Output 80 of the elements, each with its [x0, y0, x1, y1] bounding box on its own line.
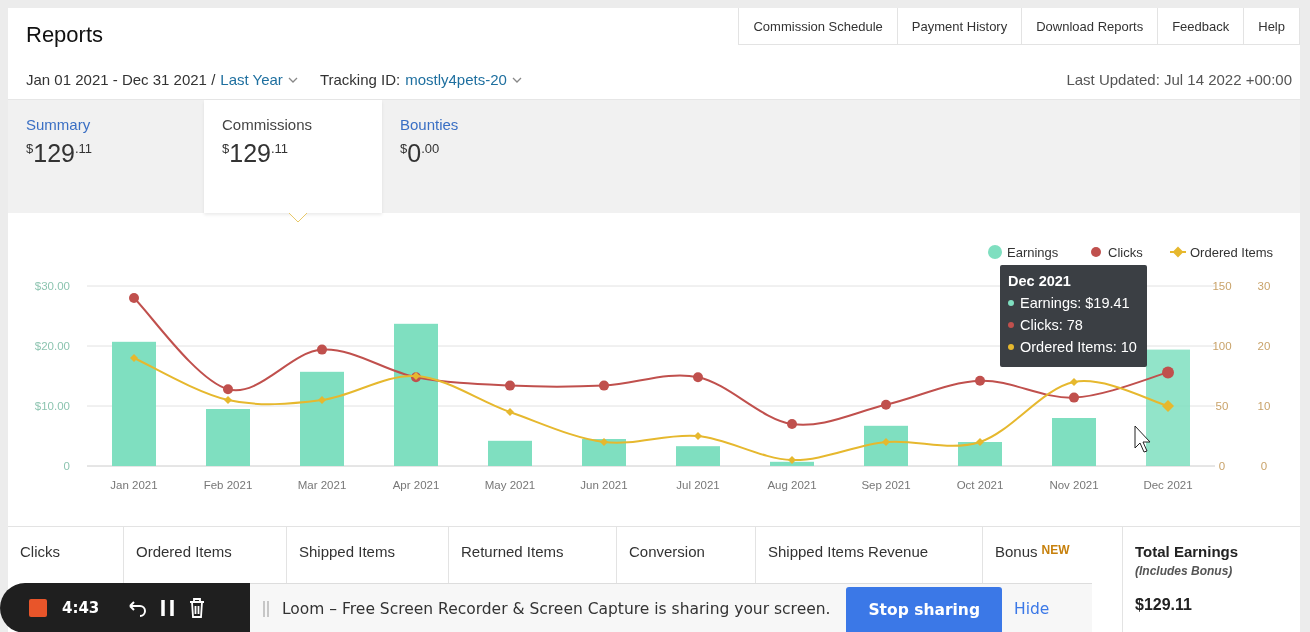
caret-icon [511, 76, 522, 83]
tooltip-text: Clicks: 78 [1020, 317, 1083, 334]
axis-label: 30 [1257, 280, 1271, 293]
pause-icon[interactable] [161, 599, 176, 617]
recording-time: 4:43 [62, 599, 100, 617]
axis-label: $30.00 [34, 280, 70, 293]
nav-link[interactable]: Commission Schedule [738, 8, 898, 45]
legend-label[interactable]: Earnings [1007, 245, 1059, 261]
axis-label: 50 [1215, 400, 1229, 413]
axis-label: May 2021 [484, 479, 536, 492]
axis-label: Jan 2021 [110, 479, 158, 492]
column-header[interactable]: Shipped Items Revenue [768, 543, 929, 561]
data-point[interactable] [317, 344, 327, 355]
earnings-bar[interactable] [864, 426, 908, 467]
axis-label: Dec 2021 [1143, 479, 1193, 492]
tooltip-text: Earnings: $19.41 [1020, 295, 1130, 312]
period-dropdown[interactable]: Last Year [220, 71, 283, 88]
legend-label[interactable]: Ordered Items [1190, 245, 1274, 261]
axis-label: Jul 2021 [676, 479, 720, 492]
earnings-bar[interactable] [394, 324, 438, 467]
axis-label: Apr 2021 [392, 479, 440, 492]
data-point[interactable] [693, 372, 703, 383]
data-point[interactable] [787, 419, 797, 430]
undo-icon[interactable] [127, 599, 148, 617]
tooltip-title: Dec 2021 [1008, 273, 1072, 290]
new-label: NEW [1041, 543, 1070, 558]
stop-sharing-button[interactable]: Stop sharing [846, 587, 1002, 632]
data-point[interactable] [975, 376, 985, 387]
axis-label: 0 [63, 460, 70, 473]
tracking-label: Tracking ID: [319, 71, 401, 88]
caret-icon [287, 76, 298, 83]
data-point[interactable] [505, 380, 515, 391]
axis-label: $20.00 [34, 340, 70, 353]
earnings-bar[interactable] [582, 439, 626, 467]
data-point[interactable] [129, 293, 139, 304]
legend-label[interactable]: Clicks [1108, 245, 1143, 261]
axis-label: 0 [1218, 460, 1226, 473]
column-header[interactable]: Conversion [629, 543, 705, 561]
data-point[interactable] [599, 380, 609, 391]
drag-handle-icon[interactable] [262, 599, 270, 618]
last-updated: Last Updated: Jul 14 2022 +00:00 [1066, 71, 1292, 88]
date-range: Jan 01 2021 - Dec 31 2021 / [26, 71, 216, 88]
tooltip-text: Ordered Items: 10 [1020, 339, 1137, 356]
total-earnings-value: $129.11 [1135, 596, 1193, 615]
tracking-id-dropdown[interactable]: mostly4pets-20 [405, 71, 507, 88]
earnings-bar[interactable] [770, 462, 814, 467]
total-earnings-note: (Includes Bonus) [1135, 564, 1234, 579]
earnings-bar[interactable] [958, 442, 1002, 467]
page-title: Reports [26, 22, 104, 48]
trash-icon[interactable] [189, 598, 206, 618]
stop-recording-icon[interactable] [28, 598, 48, 618]
pointer-icon [288, 213, 308, 224]
axis-label: Feb 2021 [203, 479, 253, 492]
data-point[interactable] [223, 384, 233, 395]
data-point[interactable] [881, 400, 891, 411]
column-header[interactable]: Shipped Items [299, 543, 395, 561]
total-earnings-label: Total Earnings [1135, 543, 1240, 561]
axis-label: 10 [1257, 400, 1271, 413]
axis-label: Oct 2021 [956, 479, 1004, 492]
axis-label: Jun 2021 [580, 479, 628, 492]
axis-label: Mar 2021 [297, 479, 347, 492]
sharing-message: Loom – Free Screen Recorder & Screen Capture is sharing your screen. [282, 599, 831, 618]
hide-link[interactable]: Hide [1014, 599, 1050, 618]
axis-label: 20 [1257, 340, 1271, 353]
column-header[interactable]: Bonus [995, 543, 1038, 561]
data-point[interactable] [1162, 366, 1174, 379]
nav-link[interactable]: Help [1243, 8, 1300, 45]
axis-label: Sep 2021 [861, 479, 911, 492]
earnings-bar[interactable] [1146, 349, 1190, 467]
mouse-pointer-icon [1134, 425, 1151, 453]
axis-label: $10.00 [34, 400, 70, 413]
column-header[interactable]: Clicks [20, 543, 60, 561]
axis-label: Aug 2021 [767, 479, 817, 492]
column-header[interactable]: Ordered Items [136, 543, 232, 561]
data-point[interactable] [1069, 392, 1079, 403]
axis-label: Nov 2021 [1049, 479, 1099, 492]
axis-label: 0 [1260, 460, 1268, 473]
axis-label: 100 [1212, 340, 1232, 353]
column-header[interactable]: Returned Items [461, 543, 564, 561]
axis-label: 150 [1212, 280, 1232, 293]
